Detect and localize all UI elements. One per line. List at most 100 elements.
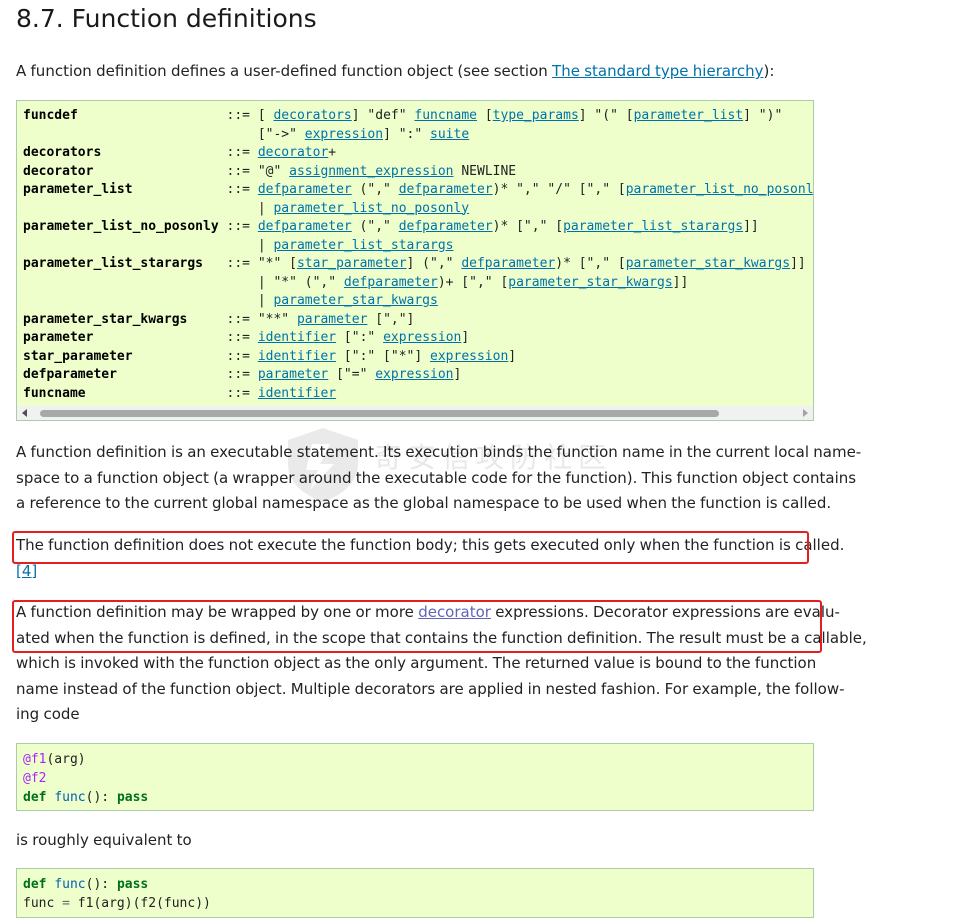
intro-text-after: ): xyxy=(763,62,775,80)
grammar-ref-defparameter-link[interactable]: defparameter xyxy=(258,219,352,234)
grammar-token: ]] xyxy=(743,219,759,234)
grammar-token: | xyxy=(257,200,274,216)
grammar-token: )* ["," [ xyxy=(555,256,626,271)
grammar-ref-defparameter-link[interactable]: defparameter xyxy=(399,182,493,197)
code-func-name: func xyxy=(54,790,86,805)
grammar-token: ] xyxy=(461,330,470,345)
grammar-ref-parameter-list-no-posonly-link[interactable]: parameter_list_no_posonly xyxy=(273,201,469,216)
grammar-ref-parameter-star-kwargs-link[interactable]: parameter_star_kwargs xyxy=(626,256,790,271)
grammar-token: ] "(" [ xyxy=(578,108,634,123)
standard-type-hierarchy-link[interactable]: The standard type hierarchy xyxy=(552,62,763,80)
grammar-ref-parameter-link[interactable]: parameter xyxy=(258,367,328,382)
grammar-rule-name: decorator xyxy=(23,163,94,179)
grammar-token: ]] xyxy=(672,274,689,290)
executable-line-1: A function definition is an executable s… xyxy=(16,443,862,461)
code2-def-keyword: def xyxy=(23,877,47,892)
scrollbar-thumb[interactable] xyxy=(40,410,719,417)
decorator-example-code: @f1(arg) @f2 def func(): pass xyxy=(23,750,148,807)
grammar-token: NEWLINE xyxy=(453,163,517,179)
grammar-token: [","] xyxy=(367,311,415,327)
grammar-token: [":" xyxy=(336,330,384,345)
decorator-line-4: name instead of the function object. Mul… xyxy=(16,679,845,698)
code-f1-args: (arg) xyxy=(46,752,86,767)
grammar-ref-defparameter-link[interactable]: defparameter xyxy=(461,256,555,271)
grammar-token: ] xyxy=(453,367,462,382)
grammar-token: ] ("," xyxy=(406,256,462,271)
code-decorator-f2: @f2 xyxy=(23,771,47,786)
grammar-token: | "*" ("," xyxy=(257,274,344,290)
grammar-ref-decorators-link[interactable]: decorators xyxy=(273,108,351,123)
grammar-token: "@" xyxy=(257,163,290,179)
grammar-ref-expression-link[interactable]: expression xyxy=(383,330,461,345)
decorator-line-1: A function definition may be wrapped by … xyxy=(16,600,840,626)
grammar-ref-funcname-link[interactable]: funcname xyxy=(414,108,477,123)
decorator-example-code-block: @f1(arg) @f2 def func(): pass xyxy=(16,743,814,811)
grammar-rule-name: parameter_list xyxy=(23,182,133,197)
grammar-rule-name: parameter_star_kwargs xyxy=(23,311,188,327)
grammar-ref-parameter-list-starargs-link[interactable]: parameter_list_starargs xyxy=(563,219,743,234)
grammar-token: ] "def" xyxy=(351,108,415,123)
footnote-4-link[interactable]: [4] xyxy=(16,562,37,580)
grammar-ref-assignment-expression-link[interactable]: assignment_expression xyxy=(289,164,453,179)
grammar-ref-star-parameter-link[interactable]: star_parameter xyxy=(297,256,407,271)
decorator-paragraph: A function definition may be wrapped by … xyxy=(16,600,867,728)
code-pass-keyword: pass xyxy=(116,790,149,805)
grammar-rule-name: parameter xyxy=(23,330,94,345)
grammar-token: [ xyxy=(477,108,493,123)
grammar-token: )* ["," [ xyxy=(492,219,564,234)
grammar-ref-parameter-list-link[interactable]: parameter_list xyxy=(634,108,744,123)
body-not-executed-paragraph: The function definition does not execute… xyxy=(16,533,845,584)
intro-text-before: A function definition defines a user-def… xyxy=(16,62,553,80)
grammar-ref-identifier-link[interactable]: identifier xyxy=(258,330,336,345)
grammar-separator: ::= xyxy=(226,311,250,327)
grammar-token: [":" ["*"] xyxy=(336,348,431,364)
grammar-token: ] xyxy=(508,348,517,364)
body-not-executed-line: The function definition does not execute… xyxy=(16,536,845,554)
code2-pass-keyword: pass xyxy=(116,877,149,892)
grammar-token: | xyxy=(257,293,274,308)
grammar-rule-name: funcname xyxy=(23,385,86,401)
grammar-rule-name: parameter_list_no_posonly xyxy=(23,219,219,234)
code-decorator-f1: @f1 xyxy=(23,752,47,767)
grammar-ref-decorator-link[interactable]: decorator xyxy=(258,145,328,160)
grammar-rule-name: decorators xyxy=(23,145,102,160)
grammar-token: ("," xyxy=(351,182,399,197)
grammar-ref-parameter-star-kwargs-link[interactable]: parameter_star_kwargs xyxy=(508,275,672,290)
grammar-separator: ::= xyxy=(226,145,250,160)
grammar-ref-parameter-star-kwargs-link[interactable]: parameter_star_kwargs xyxy=(273,293,437,308)
decorator-line-2: ated when the function is defined, in th… xyxy=(16,628,867,647)
grammar-ref-expression-link[interactable]: expression xyxy=(430,349,508,364)
grammar-rule-name: parameter_list_starargs xyxy=(23,256,204,271)
decorator-link[interactable]: decorator xyxy=(418,603,491,621)
grammar-ref-type-params-link[interactable]: type_params xyxy=(493,108,579,123)
grammar-ref-defparameter-link[interactable]: defparameter xyxy=(258,182,352,197)
grammar-ref-parameter-list-starargs-link[interactable]: parameter_list_starargs xyxy=(273,238,453,253)
executable-line-3: a reference to the current global namesp… xyxy=(16,494,832,512)
equivalent-code-block: def func(): pass func = f1(arg)(f2(func)… xyxy=(16,868,814,918)
scroll-right-icon[interactable] xyxy=(803,409,808,417)
decorator-line-3: which is invoked with the function objec… xyxy=(16,654,817,672)
grammar-ref-parameter-link[interactable]: parameter xyxy=(297,312,367,327)
grammar-ref-expression-link[interactable]: expression xyxy=(305,127,383,142)
grammar-ref-identifier-link[interactable]: identifier xyxy=(258,386,336,401)
grammar-token: ["=" xyxy=(328,367,376,382)
grammar-ref-defparameter-link[interactable]: defparameter xyxy=(344,275,438,290)
grammar-separator: ::= xyxy=(226,256,250,271)
code-func-parens: (): xyxy=(85,790,110,805)
grammar-token: + xyxy=(328,145,337,160)
grammar-separator: ::= xyxy=(226,219,250,234)
horizontal-scrollbar[interactable] xyxy=(17,406,813,420)
grammar-token: "**" xyxy=(257,311,297,327)
grammar-separator: ::= xyxy=(226,367,250,382)
scroll-left-icon[interactable] xyxy=(22,409,27,417)
grammar-ref-expression-link[interactable]: expression xyxy=(375,367,453,382)
grammar-ref-identifier-link[interactable]: identifier xyxy=(258,349,336,364)
grammar-token: ] ")" xyxy=(743,108,783,123)
grammar-block: funcdef ::= [ decorators] "def" funcname… xyxy=(16,100,814,421)
grammar-ref-parameter-list-no-posonly-link[interactable]: parameter_list_no_posonly xyxy=(626,182,813,197)
grammar-separator: ::= xyxy=(226,108,250,123)
grammar-token: "*" [ xyxy=(257,256,297,271)
grammar-ref-suite-link[interactable]: suite xyxy=(430,127,469,142)
grammar-ref-defparameter-link[interactable]: defparameter xyxy=(399,219,493,234)
code2-func-parens: (): xyxy=(85,877,110,892)
